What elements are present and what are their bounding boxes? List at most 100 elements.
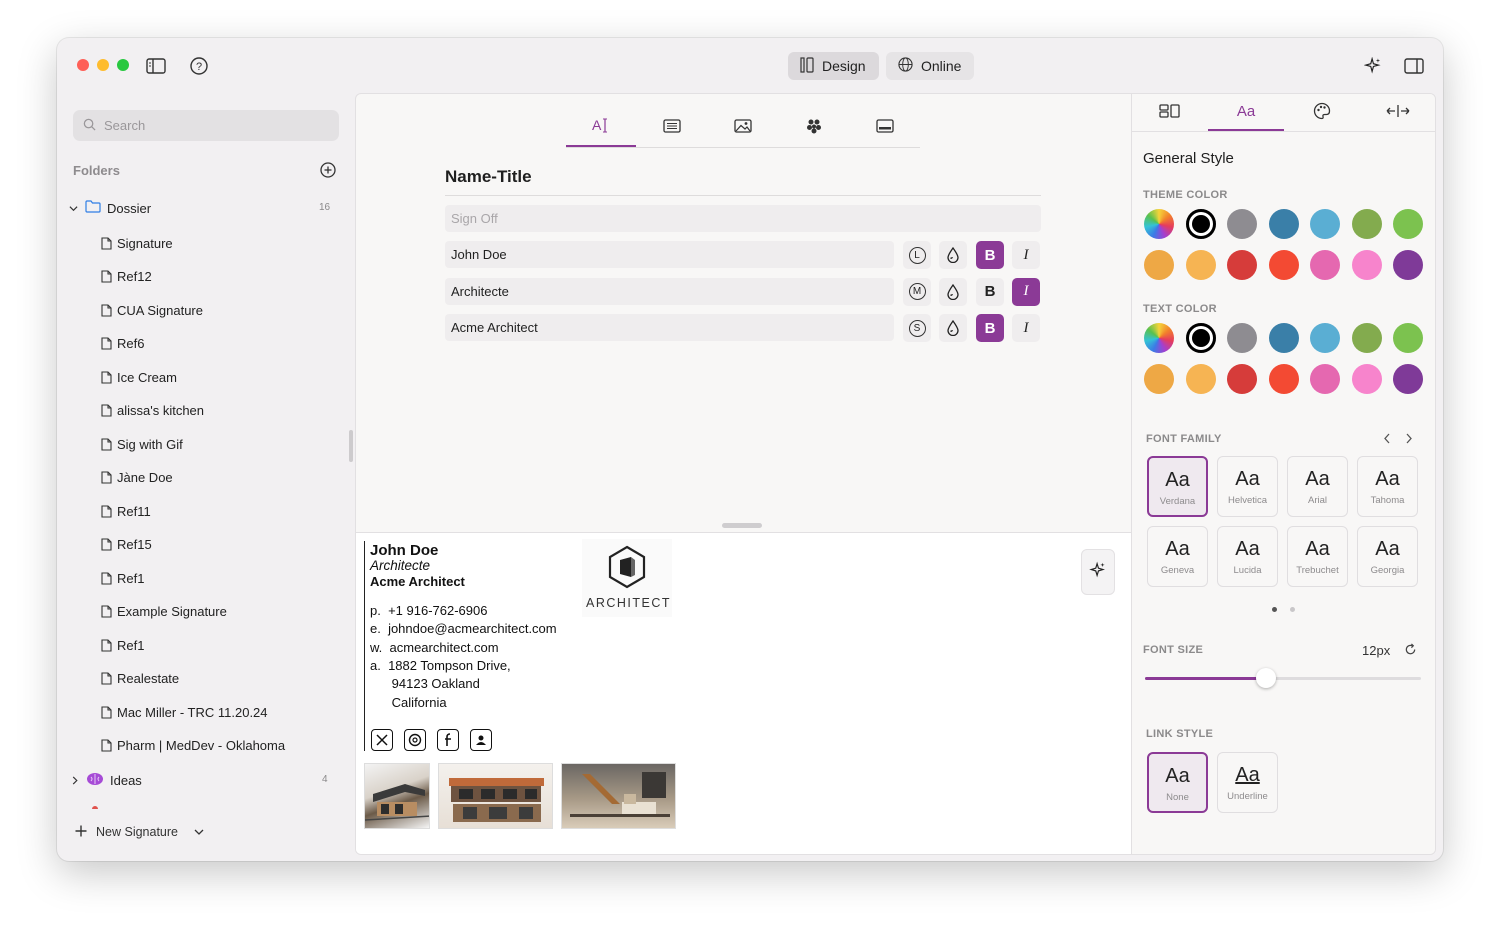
slider-knob[interactable] [1256, 668, 1277, 688]
chevron-left-icon[interactable] [1383, 431, 1391, 449]
chevron-down-icon[interactable] [194, 825, 204, 839]
link-style-option[interactable]: Aa None [1147, 752, 1208, 813]
folder-ideas[interactable]: Ideas [71, 768, 142, 792]
signature-list-item[interactable]: Ref11 [101, 499, 151, 523]
bold-toggle[interactable]: B [976, 314, 1004, 342]
color-swatch[interactable] [1351, 364, 1382, 394]
color-swatch[interactable] [1351, 323, 1382, 353]
signature-list-item[interactable]: Pharm | MedDev - Oklahoma [101, 734, 285, 758]
color-swatch[interactable] [1393, 209, 1423, 239]
signature-list-item[interactable]: CUA Signature [101, 298, 203, 322]
contact-icon[interactable] [470, 729, 492, 751]
signature-list-item[interactable]: Sig with Gif [101, 432, 183, 456]
tab-images[interactable] [708, 110, 778, 147]
text-field[interactable]: John Doe [445, 241, 894, 268]
link-style-option[interactable]: Aa Underline [1217, 752, 1278, 813]
color-swatch[interactable] [1144, 364, 1174, 394]
reset-icon[interactable] [1404, 643, 1417, 661]
x-icon[interactable] [371, 729, 393, 751]
chevron-right-icon[interactable] [1405, 431, 1413, 449]
help-icon[interactable]: ? [188, 55, 210, 77]
font-option[interactable]: Aa Geneva [1147, 526, 1208, 587]
color-swatch[interactable] [1268, 364, 1299, 394]
split-resize-handle[interactable] [722, 523, 762, 528]
italic-toggle[interactable]: I [1012, 277, 1040, 306]
font-option[interactable]: Aa Arial [1287, 456, 1348, 517]
tab-social[interactable] [779, 110, 849, 147]
signature-list-item[interactable]: Ref15 [101, 533, 152, 557]
tab-layout[interactable] [1132, 94, 1208, 131]
ai-suggest-button[interactable] [1081, 549, 1115, 595]
page-dot-active[interactable] [1272, 607, 1277, 612]
bold-toggle[interactable]: B [976, 277, 1004, 306]
color-swatch[interactable] [1393, 250, 1423, 280]
size-toggle[interactable]: S [903, 314, 931, 342]
color-swatch[interactable] [1393, 364, 1423, 394]
font-option[interactable]: Aa Lucida [1217, 526, 1278, 587]
sidebar-resize-handle[interactable] [349, 430, 353, 462]
facebook-icon[interactable] [437, 729, 459, 751]
signature-list-item[interactable]: Ice Cream [101, 365, 177, 389]
signature-list-item[interactable]: Ref1 [101, 633, 144, 657]
inspector-toggle-icon[interactable] [1403, 55, 1425, 77]
color-swatch[interactable] [1310, 250, 1340, 280]
font-option[interactable]: Aa Trebuchet [1287, 526, 1348, 587]
page-dot[interactable] [1290, 607, 1295, 612]
font-size-slider[interactable] [1145, 668, 1421, 688]
sign-off-field[interactable]: Sign Off [445, 205, 1041, 232]
color-swatch[interactable] [1227, 364, 1257, 394]
color-swatch[interactable] [1268, 209, 1299, 239]
color-swatch[interactable] [1310, 209, 1340, 239]
tab-typography[interactable]: Aa [1208, 94, 1284, 131]
italic-toggle[interactable]: I [1012, 241, 1040, 269]
online-mode-button[interactable]: Online [886, 52, 974, 80]
tab-details[interactable] [637, 110, 707, 147]
color-swatch[interactable] [1310, 364, 1340, 394]
font-option[interactable]: Aa Georgia [1357, 526, 1418, 587]
bold-toggle[interactable]: B [976, 241, 1004, 269]
color-swatch[interactable] [1227, 250, 1257, 280]
color-swatch[interactable] [1227, 323, 1257, 353]
color-swatch[interactable] [1351, 209, 1382, 239]
color-drop-button[interactable] [939, 241, 967, 269]
search-input[interactable]: Search [73, 110, 339, 141]
signature-list-item[interactable]: Mac Miller - TRC 11.20.24 [101, 700, 268, 724]
color-swatch[interactable] [1144, 250, 1174, 280]
add-folder-icon[interactable] [320, 162, 336, 183]
tab-banner[interactable] [850, 110, 920, 147]
folder-dossier[interactable]: Dossier [69, 196, 151, 220]
zoom-window-button[interactable] [117, 59, 129, 71]
color-swatch-selected[interactable] [1185, 209, 1216, 239]
color-swatch[interactable] [1144, 209, 1174, 239]
color-drop-button[interactable] [939, 314, 967, 342]
text-field[interactable]: Architecte [445, 277, 894, 305]
color-swatch[interactable] [1185, 250, 1216, 280]
new-signature-button[interactable]: New Signature [75, 820, 204, 844]
color-swatch[interactable] [1185, 364, 1216, 394]
signature-list-item[interactable]: Example Signature [101, 600, 227, 624]
signature-list-item[interactable]: alissa's kitchen [101, 399, 204, 423]
threads-icon[interactable] [404, 729, 426, 751]
close-window-button[interactable] [77, 59, 89, 71]
italic-toggle[interactable]: I [1012, 314, 1040, 342]
color-swatch[interactable] [1351, 250, 1382, 280]
color-swatch[interactable] [1310, 323, 1340, 353]
signature-list-item[interactable]: Jàne Doe [101, 466, 173, 490]
signature-list-item[interactable]: Ref6 [101, 332, 144, 356]
font-option[interactable]: Aa Helvetica [1217, 456, 1278, 517]
text-field[interactable]: Acme Architect [445, 314, 894, 341]
size-toggle[interactable]: L [903, 241, 931, 269]
tab-spacing[interactable] [1360, 94, 1435, 131]
font-option[interactable]: Aa Verdana [1147, 456, 1208, 517]
color-swatch[interactable] [1393, 323, 1423, 353]
font-option[interactable]: Aa Tahoma [1357, 456, 1418, 517]
color-drop-button[interactable] [939, 277, 967, 306]
size-toggle[interactable]: M [903, 277, 931, 306]
color-swatch-selected[interactable] [1185, 323, 1216, 353]
color-swatch[interactable] [1268, 250, 1299, 280]
signature-list-item[interactable]: Realestate [101, 667, 179, 691]
sparkle-icon[interactable] [1362, 55, 1384, 77]
signature-list-item[interactable]: Signature [101, 231, 173, 255]
design-mode-button[interactable]: Design [788, 52, 879, 80]
minimize-window-button[interactable] [97, 59, 109, 71]
